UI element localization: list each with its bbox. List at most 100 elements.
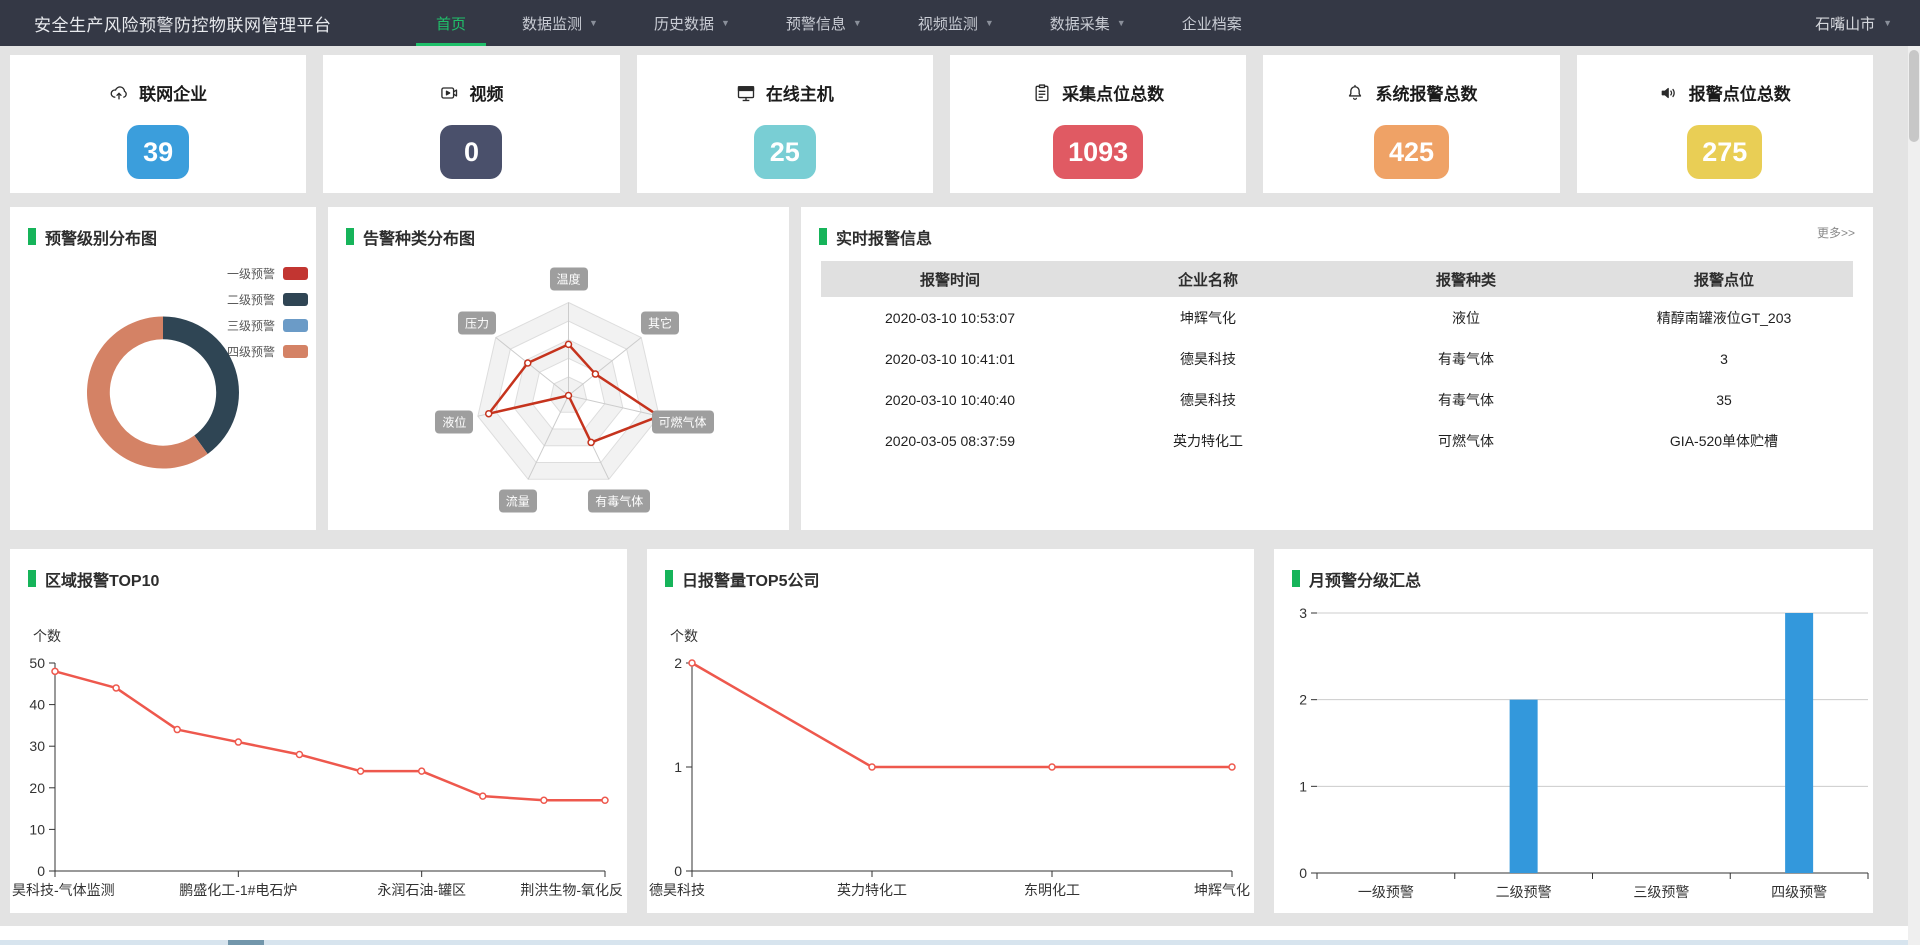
- warning-level-donut-chart: [10, 251, 316, 530]
- realtime-alarm-table: 报警时间 企业名称 报警种类 报警点位 2020-03-10 10:53:07 …: [821, 261, 1853, 461]
- stat-label: 视频: [469, 80, 503, 105]
- table-row[interactable]: 2020-03-10 10:41:01 德昊科技 有毒气体 3: [821, 338, 1853, 379]
- title-bullet: [28, 228, 36, 245]
- table-row[interactable]: 2020-03-05 08:37:59 英力特化工 可燃气体 GIA-520单体…: [821, 420, 1853, 461]
- stat-label: 报警点位总数: [1689, 80, 1791, 105]
- svg-text:3: 3: [1299, 605, 1307, 621]
- radar-axis-label: 液位: [435, 410, 473, 433]
- svg-text:荆洪生物-氧化反: 荆洪生物-氧化反: [520, 882, 623, 898]
- chevron-down-icon: ▼: [853, 18, 862, 28]
- more-link[interactable]: 更多>>: [1817, 224, 1855, 241]
- stat-cards: 联网企业 39 视频 0 在线主机 25: [10, 55, 1873, 193]
- svg-text:一级预警: 一级预警: [1358, 884, 1414, 900]
- realtime-alarm-panel: 实时报警信息 更多>> 报警时间 企业名称 报警种类 报警点位 2020-03-…: [801, 207, 1873, 530]
- region-alarm-top10-chart: 个数01020304050昊科技-气体监测鹏盛化工-1#电石炉永润石油-罐区荆洪…: [10, 593, 627, 913]
- stat-label: 联网企业: [139, 80, 207, 105]
- monthly-warning-bar-chart: 0123一级预警二级预警三级预警四级预警: [1274, 593, 1873, 913]
- nav-item-warning-info[interactable]: 预警信息 ▼: [758, 0, 890, 46]
- stat-label: 系统报警总数: [1375, 80, 1477, 105]
- alarm-type-panel: 告警种类分布图 温度其它可燃气体有毒气体流量液位压力: [328, 207, 789, 530]
- panel-title: 预警级别分布图: [45, 225, 157, 249]
- stat-card-alarm-points: 报警点位总数 275: [1577, 55, 1873, 193]
- stat-value-badge: 39: [127, 125, 189, 179]
- svg-text:二级预警: 二级预警: [1496, 884, 1552, 900]
- chevron-down-icon: ▼: [1883, 18, 1892, 28]
- title-bullet: [346, 228, 354, 245]
- chevron-down-icon: ▼: [589, 18, 598, 28]
- stat-value-badge: 25: [754, 125, 816, 179]
- nav-item-home[interactable]: 首页: [408, 0, 494, 46]
- svg-text:个数: 个数: [33, 628, 61, 644]
- svg-text:个数: 个数: [670, 628, 698, 644]
- title-bullet: [819, 228, 827, 245]
- nav-item-video-monitor[interactable]: 视频监测 ▼: [890, 0, 1022, 46]
- svg-text:坤辉气化: 坤辉气化: [1194, 882, 1250, 898]
- stat-value-badge: 275: [1687, 125, 1762, 179]
- daily-alarm-top5-chart: 个数012德昊科技英力特化工东明化工坤辉气化: [647, 593, 1254, 913]
- daily-alarm-top5-panel: 日报警量TOP5公司 个数012德昊科技英力特化工东明化工坤辉气化: [647, 549, 1254, 913]
- warning-level-panel: 预警级别分布图 一级预警 二级预警 三级预警 四级预警: [10, 207, 316, 530]
- radar-axis-label: 其它: [641, 311, 679, 334]
- footer-strip-blue: [0, 940, 1908, 945]
- svg-text:东明化工: 东明化工: [1024, 882, 1080, 898]
- svg-text:50: 50: [29, 655, 45, 671]
- title-bullet: [665, 570, 673, 587]
- stat-card-system-alarms: 系统报警总数 425: [1263, 55, 1559, 193]
- table-row[interactable]: 2020-03-10 10:40:40 德昊科技 有毒气体 35: [821, 379, 1853, 420]
- chevron-down-icon: ▼: [985, 18, 994, 28]
- radar-axis-label: 温度: [549, 267, 587, 290]
- svg-text:0: 0: [674, 863, 682, 879]
- stat-card-connected-enterprises: 联网企业 39: [10, 55, 306, 193]
- svg-text:0: 0: [37, 863, 45, 879]
- title-bullet: [28, 570, 36, 587]
- footer-strip-fragment: [228, 940, 264, 945]
- stat-value-badge: 425: [1374, 125, 1449, 179]
- table-header-row: 报警时间 企业名称 报警种类 报警点位: [821, 261, 1853, 297]
- panel-title: 日报警量TOP5公司: [682, 567, 820, 591]
- nav-item-history-data[interactable]: 历史数据 ▼: [626, 0, 758, 46]
- alarm-type-radar-chart: 温度其它可燃气体有毒气体流量液位压力: [328, 251, 789, 530]
- svg-text:40: 40: [29, 697, 45, 713]
- svg-text:四级预警: 四级预警: [1771, 884, 1827, 900]
- stat-value-badge: 1093: [1053, 125, 1143, 179]
- radar-axis-label: 流量: [499, 489, 537, 512]
- scrollbar-thumb[interactable]: [1909, 50, 1919, 142]
- stat-label: 在线主机: [766, 80, 834, 105]
- svg-text:20: 20: [29, 780, 45, 796]
- radar-axis-label: 压力: [458, 311, 496, 334]
- panel-title: 实时报警信息: [836, 225, 932, 249]
- nav-menu: 首页 数据监测 ▼ 历史数据 ▼ 预警信息 ▼ 视频监测 ▼ 数据采集 ▼ 企业…: [408, 0, 1270, 46]
- svg-text:昊科技-气体监测: 昊科技-气体监测: [12, 882, 115, 898]
- stat-card-online-hosts: 在线主机 25: [637, 55, 933, 193]
- svg-text:2: 2: [1299, 692, 1307, 708]
- panel-title: 告警种类分布图: [363, 225, 475, 249]
- top-nav: 安全生产风险预警防控物联网管理平台 首页 数据监测 ▼ 历史数据 ▼ 预警信息 …: [0, 0, 1920, 46]
- panel-title: 区域报警TOP10: [45, 567, 159, 591]
- radar-axis-label: 有毒气体: [588, 489, 650, 512]
- region-selector[interactable]: 石嘴山市 ▼: [1815, 0, 1892, 46]
- stat-label: 采集点位总数: [1062, 80, 1164, 105]
- chevron-down-icon: ▼: [721, 18, 730, 28]
- svg-text:30: 30: [29, 738, 45, 754]
- svg-text:鹏盛化工-1#电石炉: 鹏盛化工-1#电石炉: [179, 882, 297, 898]
- cloud-upload-icon: [109, 83, 129, 103]
- footer-strip: [0, 926, 1908, 940]
- bottom-row: 区域报警TOP10 个数01020304050昊科技-气体监测鹏盛化工-1#电石…: [10, 549, 1873, 913]
- nav-item-enterprise-archive[interactable]: 企业档案: [1154, 0, 1270, 46]
- speaker-icon: [1659, 83, 1679, 103]
- stat-value-badge: 0: [440, 125, 502, 179]
- nav-item-data-monitor[interactable]: 数据监测 ▼: [494, 0, 626, 46]
- region-alarm-top10-panel: 区域报警TOP10 个数01020304050昊科技-气体监测鹏盛化工-1#电石…: [10, 549, 627, 913]
- monitor-icon: [736, 83, 756, 103]
- panel-title: 月预警分级汇总: [1309, 567, 1421, 591]
- svg-text:德昊科技: 德昊科技: [649, 882, 705, 898]
- bell-icon: [1345, 83, 1365, 103]
- svg-text:2: 2: [674, 655, 682, 671]
- nav-item-data-collect[interactable]: 数据采集 ▼: [1022, 0, 1154, 46]
- stat-card-video: 视频 0: [323, 55, 619, 193]
- table-row[interactable]: 2020-03-10 10:53:07 坤辉气化 液位 精醇南罐液位GT_203: [821, 297, 1853, 338]
- video-icon: [439, 83, 459, 103]
- svg-text:英力特化工: 英力特化工: [837, 882, 907, 898]
- svg-text:0: 0: [1299, 865, 1307, 881]
- app-title: 安全生产风险预警防控物联网管理平台: [34, 0, 394, 46]
